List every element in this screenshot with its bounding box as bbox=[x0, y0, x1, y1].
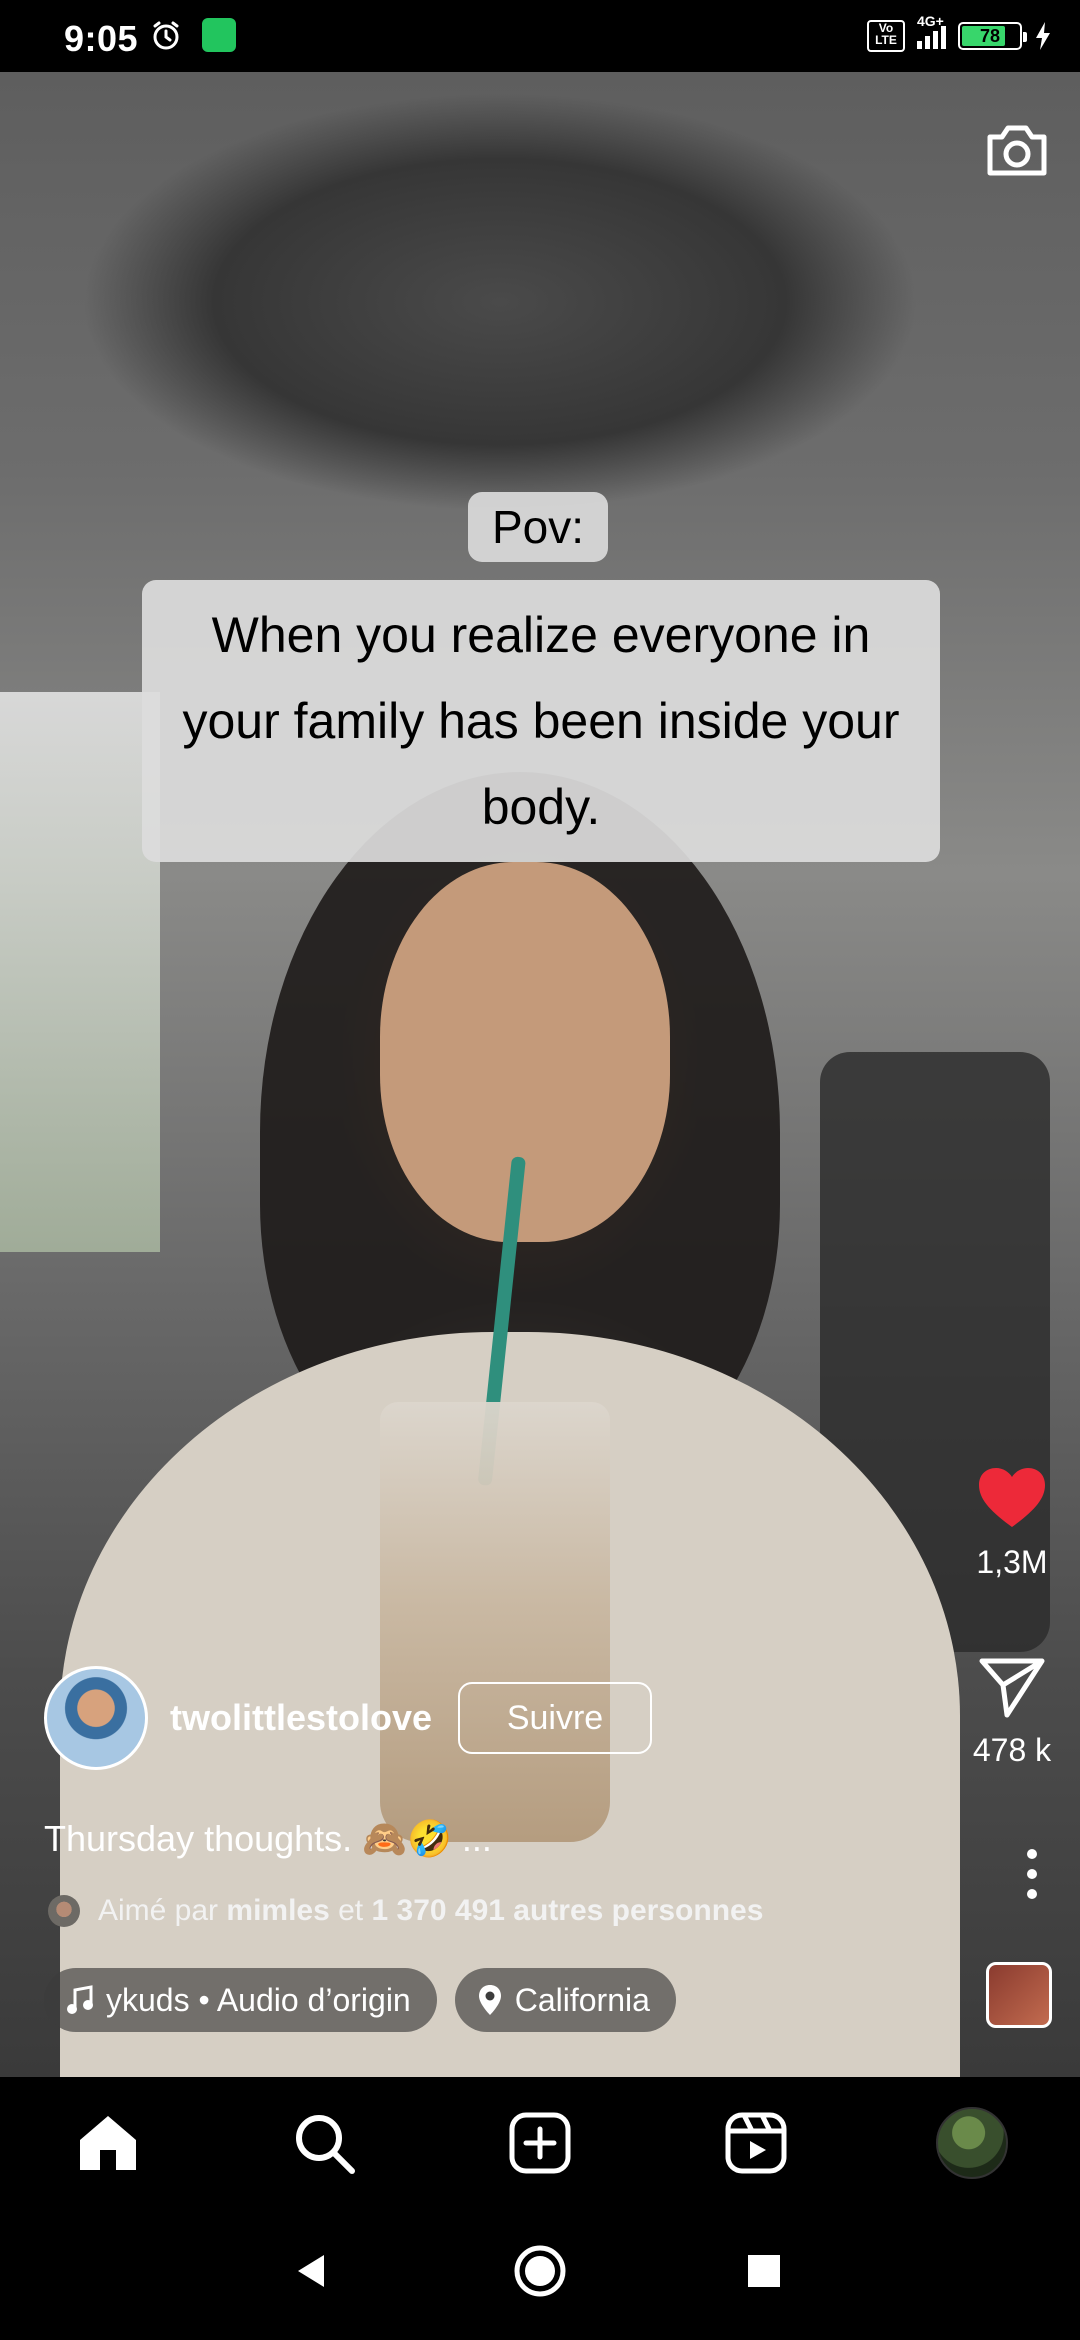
reels-icon bbox=[725, 2112, 787, 2174]
home-icon bbox=[80, 2116, 136, 2170]
signal-icon: 4G+ bbox=[917, 13, 946, 49]
username[interactable]: twolittlestolove bbox=[170, 1697, 432, 1739]
post-caption[interactable]: Thursday thoughts. 🙈🤣 ... bbox=[44, 1818, 492, 1860]
liked-by-user[interactable]: mimles bbox=[226, 1894, 329, 1927]
nav-create[interactable] bbox=[504, 2107, 576, 2179]
liked-by-prefix: Aimé par bbox=[98, 1894, 219, 1927]
reel-video[interactable] bbox=[0, 72, 1080, 2077]
app-notification-icon bbox=[202, 18, 236, 52]
shares-count: 478 k bbox=[972, 1732, 1052, 1768]
likes-count: 1,3M bbox=[976, 1544, 1048, 1580]
home-system-button[interactable] bbox=[510, 2241, 570, 2301]
nav-profile[interactable] bbox=[936, 2107, 1008, 2179]
liker-avatar bbox=[48, 1895, 80, 1927]
status-indicators: Vo LTE 4G+ 78 bbox=[867, 13, 1052, 54]
system-nav bbox=[0, 2207, 1080, 2340]
send-icon[interactable] bbox=[977, 1655, 1047, 1719]
like-control[interactable]: 1,3M bbox=[964, 1465, 1060, 1581]
audio-chip[interactable]: ykuds • Audio d’origin bbox=[44, 1968, 437, 2032]
person-face bbox=[380, 862, 670, 1242]
battery-percent: 78 bbox=[979, 26, 1001, 46]
home-circle-icon bbox=[514, 2245, 566, 2297]
audio-label: ykuds • Audio d’origin bbox=[106, 1981, 411, 2018]
battery-icon: 78 bbox=[958, 22, 1027, 50]
more-vertical-icon[interactable] bbox=[1024, 1848, 1040, 1900]
back-button[interactable] bbox=[282, 2241, 342, 2301]
network-type: 4G+ bbox=[917, 13, 944, 29]
volte-icon: Vo LTE bbox=[867, 20, 905, 52]
search-icon bbox=[296, 2115, 355, 2174]
nav-reels[interactable] bbox=[720, 2107, 792, 2179]
liked-by-line[interactable]: Aimé par mimles et 1 370 491 autres pers… bbox=[48, 1894, 763, 1928]
author-row: twolittlestolove Suivre bbox=[44, 1666, 653, 1770]
status-bar: 9:05 Vo LTE 4G+ 78 bbox=[0, 0, 1080, 72]
alarm-icon bbox=[153, 21, 179, 50]
recents-button[interactable] bbox=[734, 2241, 794, 2301]
caption-pov: Pov: bbox=[468, 492, 609, 562]
location-chip[interactable]: California bbox=[454, 1968, 676, 2032]
nav-home[interactable] bbox=[72, 2107, 144, 2179]
camera-icon[interactable] bbox=[982, 115, 1052, 185]
location-pin-icon bbox=[478, 1985, 501, 2015]
location-label: California bbox=[514, 1981, 650, 2018]
music-note-icon bbox=[67, 1985, 93, 2014]
status-time: 9:05 bbox=[64, 18, 139, 59]
liked-by-others[interactable]: 1 370 491 autres personnes bbox=[372, 1894, 764, 1927]
iced-coffee-cup bbox=[380, 1402, 610, 1842]
profile-avatar bbox=[936, 2107, 1008, 2179]
audio-thumbnail[interactable] bbox=[986, 1962, 1052, 2028]
plus-square-icon bbox=[509, 2112, 571, 2174]
back-triangle-icon bbox=[298, 2255, 324, 2287]
recents-square-icon bbox=[748, 2255, 780, 2287]
share-control[interactable]: 478 k bbox=[964, 1655, 1060, 1769]
liked-by-et: et bbox=[338, 1894, 364, 1927]
heart-icon[interactable] bbox=[975, 1465, 1049, 1531]
charging-icon bbox=[1036, 22, 1050, 50]
nav-search[interactable] bbox=[288, 2107, 360, 2179]
metadata-chips: ykuds • Audio d’origin California bbox=[44, 1968, 676, 2032]
bottom-nav bbox=[0, 2077, 1080, 2207]
follow-button[interactable]: Suivre bbox=[458, 1682, 653, 1754]
car-window bbox=[0, 692, 160, 1252]
caption-main: When you realize everyone in your family… bbox=[142, 580, 940, 862]
avatar[interactable] bbox=[44, 1666, 148, 1770]
